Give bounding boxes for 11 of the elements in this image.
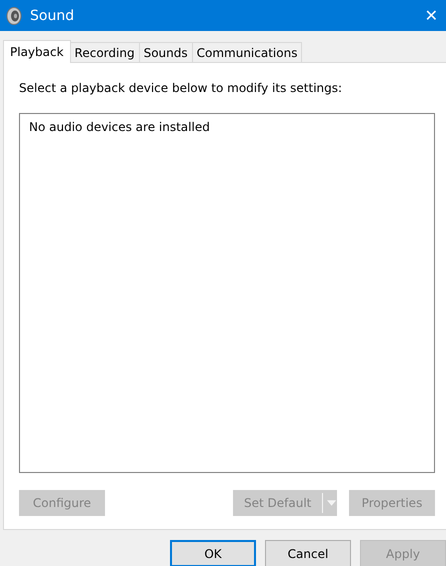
empty-message: No audio devices are installed (29, 120, 210, 134)
caret-icon (326, 500, 336, 506)
dialog-button[interactable]: OK (170, 540, 256, 566)
dialog-button[interactable]: Cancel (265, 540, 351, 566)
tab[interactable]: Communications (192, 42, 302, 62)
tab[interactable]: Playback (3, 40, 71, 63)
instruction-text: Select a playback device below to modify its settings: (19, 81, 344, 95)
window-title: Sound (30, 8, 74, 24)
close-button[interactable]: ✕ (418, 6, 444, 25)
tab[interactable]: Recording (70, 42, 140, 62)
speaker-icon (6, 6, 22, 24)
